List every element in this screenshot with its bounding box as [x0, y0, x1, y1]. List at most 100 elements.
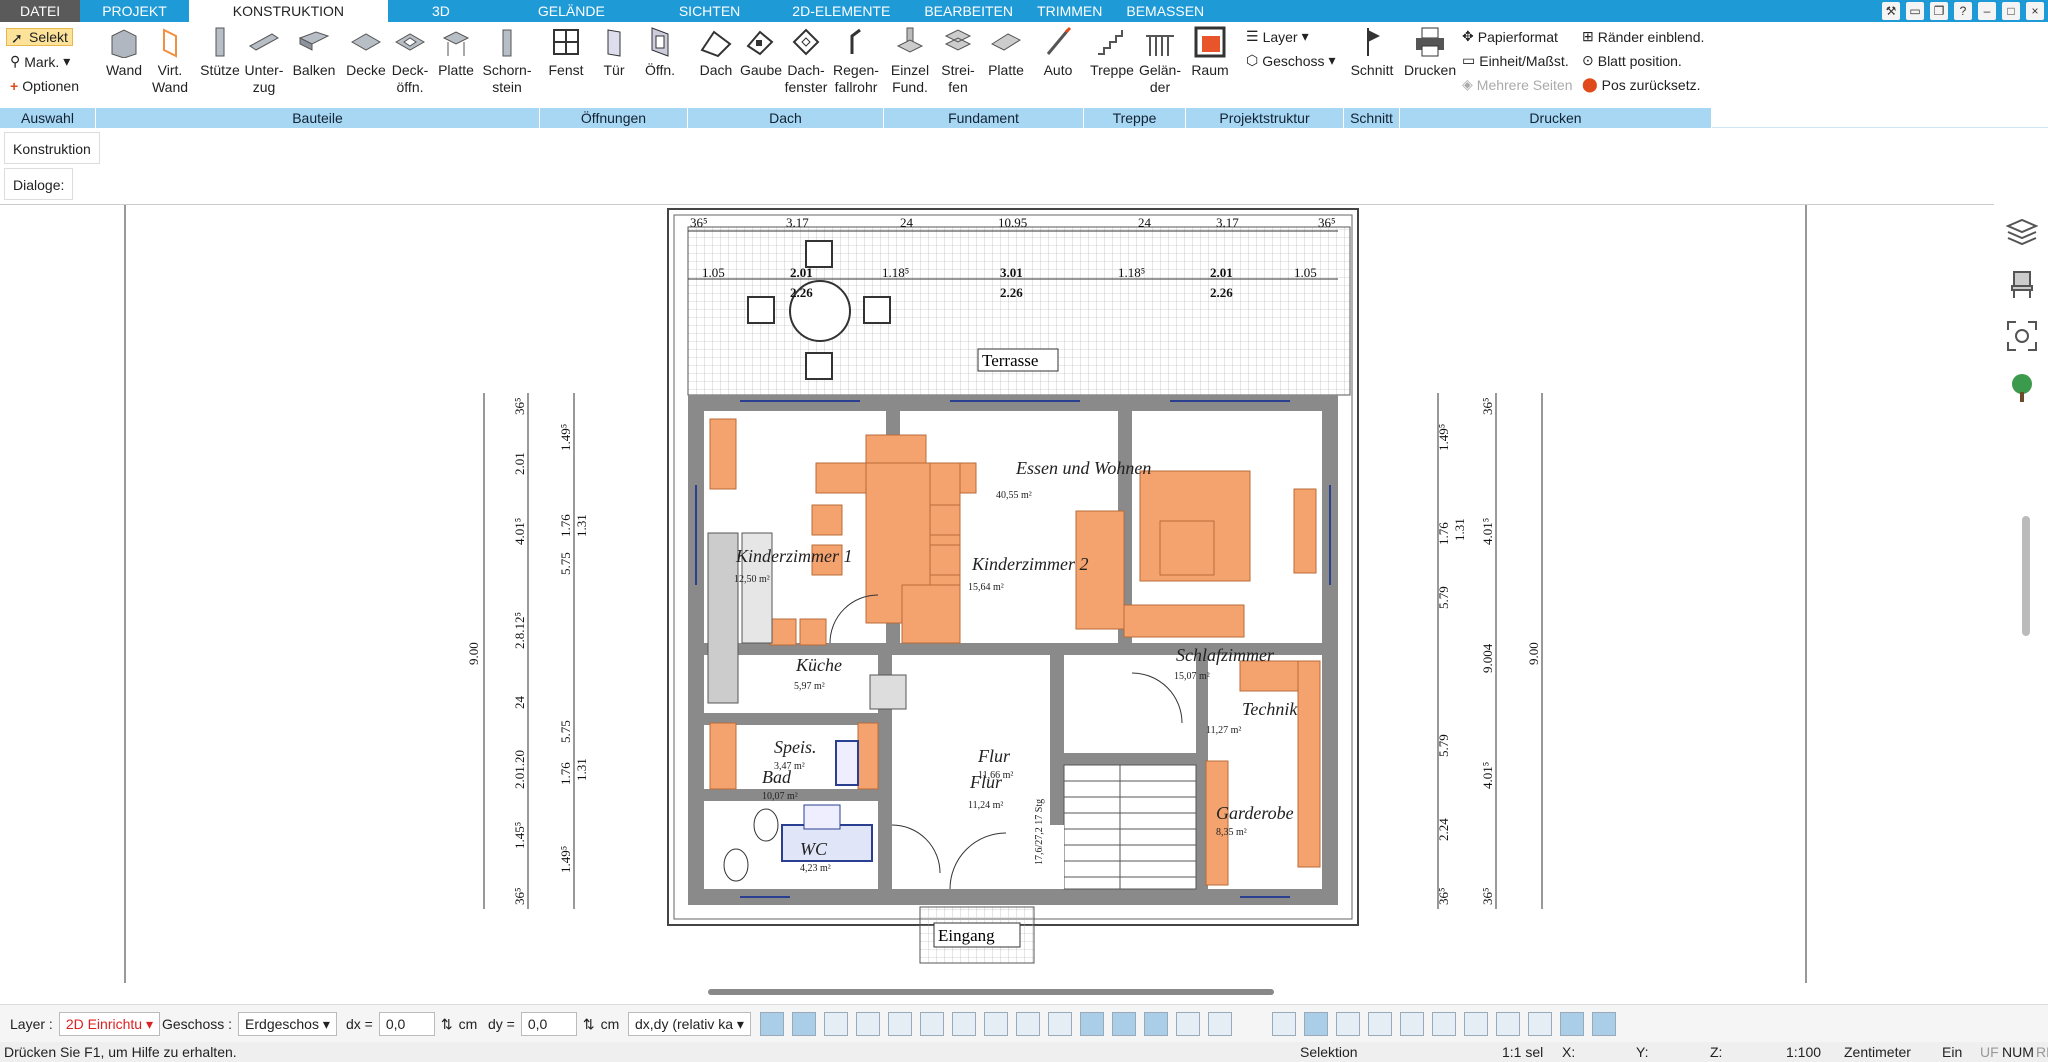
platte-button[interactable]: Platte — [436, 26, 476, 79]
mark-button[interactable]: ⚲ Mark. ▾ — [10, 53, 70, 70]
tab-bearbeiten[interactable]: BEARBEITEN — [912, 0, 1025, 22]
dach-button[interactable]: Dach — [696, 26, 736, 79]
regenfallrohr-button[interactable]: Regen- fallrohr — [832, 26, 880, 96]
tools-icon[interactable]: ⚒ — [1882, 2, 1900, 20]
layer-dropdown[interactable]: ☰ Layer ▾ — [1246, 28, 1309, 45]
grid-icon[interactable] — [1336, 1012, 1360, 1036]
hatch-icon[interactable] — [760, 1012, 784, 1036]
layer-fill-icon[interactable] — [792, 1012, 816, 1036]
pos-zuruecksetzen-button[interactable]: ⬤ Pos zurücksetz. — [1582, 76, 1701, 93]
layer-select[interactable]: 2D Einrichtu ▾ — [58, 1012, 160, 1036]
chair-icon[interactable] — [2006, 268, 2038, 300]
page-view-icon[interactable] — [1304, 1012, 1328, 1036]
raster-icon[interactable] — [1528, 1012, 1552, 1036]
corner-icon[interactable] — [1432, 1012, 1456, 1036]
einzelfundament-button[interactable]: Einzel Fund. — [890, 26, 930, 96]
tuer-button[interactable]: Tür — [594, 26, 634, 79]
tab-trimmen[interactable]: TRIMMEN — [1025, 0, 1114, 22]
geschoss-dropdown[interactable]: ⬡ Geschoss ▾ — [1246, 52, 1336, 69]
konstruktion-panel-tab[interactable]: Konstruktion — [4, 132, 100, 164]
more-icon[interactable] — [1208, 1012, 1232, 1036]
treppe-button[interactable]: Treppe — [1090, 26, 1134, 79]
midpoint-icon[interactable] — [1496, 1012, 1520, 1036]
hatch-display-icon[interactable] — [1112, 1012, 1136, 1036]
tree-icon[interactable] — [2006, 372, 2038, 404]
tab-gelaende[interactable]: GELÄNDE — [494, 0, 649, 22]
slab-display-icon[interactable] — [1144, 1012, 1168, 1036]
mode-select[interactable]: dx,dy (relativ ka ▾ — [628, 1012, 751, 1036]
einheit-massstab-button[interactable]: ▭ Einheit/Maßst. — [1462, 52, 1569, 69]
auto-button[interactable]: Auto — [1038, 26, 1078, 79]
room-label-kueche: Küche — [795, 655, 842, 675]
fundamentplatte-button[interactable]: Platte — [984, 26, 1028, 79]
dachfenster-button[interactable]: Dach- fenster — [784, 26, 828, 96]
tab-bemassen[interactable]: BEMASSEN — [1114, 0, 1216, 22]
optionen-button[interactable]: + Optionen — [10, 78, 79, 94]
help-icon[interactable]: ? — [1954, 2, 1972, 20]
dx-stepper[interactable]: ⇅ — [441, 1016, 453, 1033]
stuetze-button[interactable]: Stütze — [200, 26, 240, 79]
fenster-button[interactable]: Fenst — [546, 26, 586, 79]
vertical-scrollbar[interactable] — [2022, 516, 2030, 636]
decke-button[interactable]: Decke — [346, 26, 386, 79]
tab-2d-elemente[interactable]: 2D-ELEMENTE — [770, 0, 912, 22]
minimize-icon[interactable]: – — [1978, 2, 1996, 20]
dy-stepper[interactable]: ⇅ — [583, 1016, 595, 1033]
ruler-view-icon[interactable] — [1272, 1012, 1296, 1036]
line-style-icon[interactable] — [856, 1012, 880, 1036]
drucken-button[interactable]: Drucken — [1404, 26, 1456, 79]
dx-input[interactable]: 0,0 — [378, 1012, 435, 1036]
dimension-icon[interactable] — [952, 1012, 976, 1036]
snap-icon[interactable] — [1368, 1012, 1392, 1036]
zoom-extents-icon[interactable] — [2006, 320, 2038, 352]
blatt-position-button[interactable]: ⊙ Blatt position. — [1582, 52, 1682, 69]
window-icon[interactable]: ▭ — [1906, 2, 1924, 20]
selekt-button[interactable]: ➚ Selekt — [6, 28, 73, 46]
ceiling-opening-icon — [394, 33, 426, 51]
oeffnung-button[interactable]: Öffn. — [640, 26, 680, 79]
maximize-icon[interactable]: □ — [2002, 2, 2020, 20]
group-fundament: Einzel Fund. Strei- fen Platte Auto Fund… — [884, 22, 1084, 128]
wall-display-icon[interactable] — [1080, 1012, 1104, 1036]
virt-wand-button[interactable]: Virt. Wand — [150, 26, 190, 96]
frame-icon[interactable] — [1016, 1012, 1040, 1036]
dim-right-mid-4: 5.79 — [1436, 586, 1451, 609]
geschoss-select[interactable]: Erdgeschos ▾ — [238, 1012, 337, 1036]
streifenfundament-button[interactable]: Strei- fen — [938, 26, 978, 96]
tab-projekt[interactable]: PROJEKT — [80, 0, 189, 22]
restore-icon[interactable]: ❐ — [1930, 2, 1948, 20]
balken-button[interactable]: Balken — [292, 26, 336, 79]
papierformat-button[interactable]: ✥ Papierformat — [1462, 28, 1558, 45]
raender-einblenden-button[interactable]: ⊞ Ränder einblend. — [1582, 28, 1704, 45]
north-icon[interactable] — [1176, 1012, 1200, 1036]
object-icon[interactable] — [1048, 1012, 1072, 1036]
unterzug-button[interactable]: Unter- zug — [244, 26, 284, 96]
deckoeffnung-button[interactable]: Deck- öffn. — [390, 26, 430, 96]
ortho-icon[interactable] — [1560, 1012, 1584, 1036]
room-label-flur2: Flur — [969, 772, 1003, 792]
horizontal-scrollbar[interactable] — [708, 989, 1274, 995]
center-snap-icon[interactable] — [1464, 1012, 1488, 1036]
image-icon[interactable] — [1400, 1012, 1424, 1036]
frame-select-icon[interactable] — [984, 1012, 1008, 1036]
layers-icon[interactable] — [2006, 216, 2038, 248]
tab-datei[interactable]: DATEI — [0, 0, 81, 22]
tab-sichten[interactable]: SICHTEN — [649, 0, 770, 22]
schornstein-button[interactable]: Schorn- stein — [482, 26, 532, 96]
line-weight-icon[interactable] — [824, 1012, 848, 1036]
drawing-canvas[interactable]: Essen und Wohnen 40,55 m² Kinderzimmer 1… — [0, 204, 1994, 995]
close-icon[interactable]: × — [2026, 2, 2044, 20]
polar-icon[interactable] — [1592, 1012, 1616, 1036]
room-stamp-icon[interactable] — [888, 1012, 912, 1036]
dy-input[interactable]: 0,0 — [520, 1012, 577, 1036]
mehrere-seiten-button[interactable]: ◈ Mehrere Seiten — [1462, 76, 1573, 93]
schnitt-button[interactable]: Schnitt — [1348, 26, 1396, 79]
raum-button[interactable]: Raum — [1190, 26, 1230, 79]
gelaender-button[interactable]: Gelän- der — [1138, 26, 1182, 96]
gaube-button[interactable]: Gaube — [740, 26, 782, 79]
text-abc-icon[interactable] — [920, 1012, 944, 1036]
wand-button[interactable]: Wand — [104, 26, 144, 79]
tab-konstruktion[interactable]: KONSTRUKTION — [188, 0, 389, 22]
tab-3d[interactable]: 3D — [388, 0, 494, 22]
move-icon: ✥ — [1462, 28, 1474, 44]
